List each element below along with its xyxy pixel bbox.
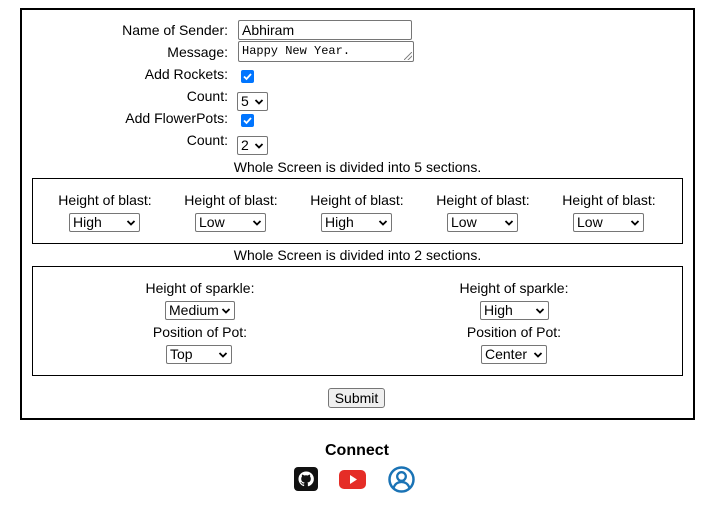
blast-height-label: Height of blast:: [562, 192, 656, 208]
blast-height-select[interactable]: Low: [573, 213, 644, 232]
pot-position-label: Position of Pot:: [466, 324, 562, 340]
chevron-down-icon: [630, 219, 640, 226]
flowerpots-checkbox[interactable]: [241, 114, 254, 127]
youtube-icon[interactable]: [339, 470, 366, 489]
rockets-label: Add Rockets:: [144, 66, 228, 82]
rocket-sections-panel: [32, 178, 683, 244]
pot-position-value: Top: [170, 346, 193, 362]
flowerpots-label: Add FlowerPots:: [125, 110, 228, 126]
rocket-count-select[interactable]: 5: [237, 92, 268, 111]
chevron-down-icon: [533, 351, 543, 358]
blast-height-select[interactable]: High: [69, 213, 140, 232]
rocket-count-value: 5: [241, 93, 249, 109]
blast-height-value: Low: [199, 214, 225, 230]
sparkle-height-value: High: [484, 302, 513, 318]
chevron-down-icon: [218, 351, 228, 358]
pot-position-value: Center: [485, 346, 528, 362]
flowerpot-count-label: Count:: [186, 132, 228, 148]
blast-height-label: Height of blast:: [436, 192, 530, 208]
pot-position-select[interactable]: Top: [166, 345, 232, 364]
rocket-count-label: Count:: [186, 88, 228, 104]
resize-grip-icon[interactable]: [404, 52, 412, 60]
chevron-down-icon: [378, 219, 388, 226]
github-icon[interactable]: [294, 467, 318, 491]
checkmark-icon: [243, 117, 252, 125]
pot-position-label: Position of Pot:: [152, 324, 248, 340]
blast-height-select[interactable]: High: [321, 213, 392, 232]
message-label: Message:: [167, 44, 228, 60]
blast-height-value: High: [325, 214, 354, 230]
chevron-down-icon: [252, 219, 262, 226]
rocket-sections-caption: Whole Screen is divided into 5 sections.: [233, 159, 482, 175]
sparkle-height-label: Height of sparkle:: [145, 280, 255, 296]
connect-heading: Connect: [325, 442, 389, 459]
sender-label: Name of Sender:: [122, 22, 228, 38]
blast-height-value: High: [73, 214, 102, 230]
sparkle-height-label: Height of sparkle:: [459, 280, 569, 296]
flowerpot-sections-caption: Whole Screen is divided into 2 sections.: [233, 247, 482, 263]
chevron-down-icon: [254, 98, 264, 105]
blast-height-label: Height of blast:: [184, 192, 278, 208]
flowerpot-count-value: 2: [241, 137, 249, 153]
submit-button[interactable]: Submit: [328, 388, 385, 408]
chevron-down-icon: [254, 142, 264, 149]
blast-height-select[interactable]: Low: [195, 213, 266, 232]
chevron-down-icon: [535, 307, 545, 314]
sparkle-height-select[interactable]: Medium: [165, 301, 235, 320]
user-profile-icon[interactable]: [388, 466, 415, 493]
blast-height-value: Low: [577, 214, 603, 230]
blast-height-select[interactable]: Low: [447, 213, 518, 232]
sender-input[interactable]: Abhiram: [238, 20, 412, 40]
chevron-down-icon: [221, 307, 231, 314]
blast-height-label: Height of blast:: [58, 192, 152, 208]
sparkle-height-value: Medium: [169, 302, 219, 318]
chevron-down-icon: [504, 219, 514, 226]
chevron-down-icon: [126, 219, 136, 226]
checkmark-icon: [243, 73, 252, 81]
message-text: Happy New Year.: [242, 44, 351, 58]
message-textarea[interactable]: Happy New Year.: [238, 41, 414, 62]
sparkle-height-select[interactable]: High: [480, 301, 549, 320]
blast-height-label: Height of blast:: [310, 192, 404, 208]
flowerpot-count-select[interactable]: 2: [237, 136, 268, 155]
pot-position-select[interactable]: Center: [481, 345, 547, 364]
rockets-checkbox[interactable]: [241, 70, 254, 83]
blast-height-value: Low: [451, 214, 477, 230]
